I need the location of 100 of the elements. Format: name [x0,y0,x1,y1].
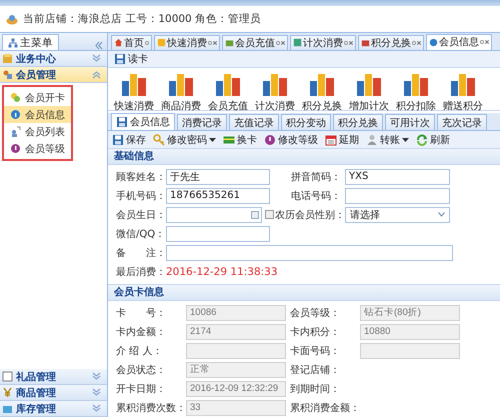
quick-action-button[interactable]: 快速消费 [112,72,156,110]
tab-icon [225,38,234,48]
expand-chevron-icon[interactable] [92,388,101,397]
expand-chevron-icon[interactable] [92,404,101,413]
tab[interactable]: 积分变动 [281,114,331,130]
refresh-small-icon[interactable] [480,40,484,44]
tab[interactable]: 快速消费 [154,34,220,50]
field-label: 电话号码： [291,190,342,202]
field-label: 备 注： [116,246,166,260]
close-icon[interactable] [281,40,285,45]
toolbar-button[interactable]: 刷新 [416,132,450,147]
tab-icon [114,38,123,48]
collapse-left-icon[interactable] [94,41,103,50]
menu-group-header[interactable]: 库存管理 [0,401,107,417]
input-field[interactable]: 10086 [186,304,286,320]
tab[interactable]: 积分兑换 [358,34,424,50]
input-field[interactable]: YXS [345,168,450,184]
toolbar-button[interactable]: 转账 [366,132,409,147]
caret-icon[interactable] [402,138,409,142]
toolbar-button[interactable]: 修改等级 [264,132,318,147]
input-field[interactable] [360,342,460,358]
toolbar-button[interactable]: 延期 [325,132,359,147]
tab[interactable]: 消费记录 [177,114,227,130]
bar-chart-icon [168,72,194,96]
expand-chevron-icon[interactable] [92,372,101,381]
field-label: 到期时间： [290,382,341,396]
main-menu-tab[interactable]: 主菜单 [2,34,59,50]
menu-group-header[interactable]: 会员管理 [0,67,107,83]
tab[interactable]: 首页 [111,34,152,50]
menu-item[interactable]: 会员信息 [4,106,71,123]
menu-group-header[interactable]: 商品管理 [0,385,107,401]
toolbar-button[interactable]: 修改密码 [153,132,216,147]
store-icon [6,14,18,24]
menu-item[interactable]: 会员等级 [4,140,71,157]
menu-item-icon [10,109,21,120]
refresh-small-icon[interactable] [276,40,280,45]
tab-icon [429,38,438,47]
toolbar-button[interactable]: 保存 [112,132,146,147]
tab[interactable]: 计次消费 [290,34,356,50]
quick-action-button[interactable]: 会员充值 [206,72,250,110]
tab[interactable]: 会员信息 [111,113,175,130]
input-field[interactable]: 钻石卡(80折) [360,304,460,320]
lunar-checkbox[interactable] [265,210,274,219]
input-field[interactable] [166,226,270,242]
quick-action-button[interactable]: 赠送积分 [441,72,485,110]
gender-select[interactable]: 请选择 [345,206,450,222]
input-field[interactable]: 10880 [360,324,460,340]
menu-item[interactable]: 会员列表 [4,123,71,140]
close-icon[interactable] [213,40,217,45]
card-icon [223,134,235,146]
refresh-small-icon[interactable] [208,40,212,45]
close-icon[interactable] [417,40,421,45]
input-field[interactable]: 正常 [186,362,286,378]
tab[interactable]: 充次记录 [437,114,487,130]
toolbar-button[interactable]: 换卡 [223,132,257,147]
collapse-chevron-icon[interactable] [92,70,101,79]
menu-group-header[interactable]: 业务中心 [0,51,107,67]
field-label: 会员生日： [116,208,166,222]
menu-group-header[interactable]: 礼品管理 [0,369,107,385]
read-card-button[interactable]: 读卡 [114,52,148,66]
input-field[interactable]: 33 [186,400,286,416]
close-icon[interactable] [485,40,489,44]
save-icon [112,134,124,146]
tab[interactable]: 充值记录 [229,114,279,130]
menu-item-icon [10,92,21,103]
field-label: 卡面号码： [290,344,341,358]
input-field[interactable]: 2016-12-09 12:32:29 [186,380,286,396]
tab-icon [293,38,302,48]
refresh-small-icon[interactable] [145,40,149,45]
date-field[interactable] [166,206,262,222]
quick-action-button[interactable]: 商品消费 [159,72,203,110]
input-field[interactable] [166,244,453,260]
tab[interactable]: 会员充值 [222,34,288,50]
tab-icon [157,38,166,48]
quick-action-button[interactable]: 积分兑换 [300,72,344,110]
input-field[interactable] [345,188,450,204]
tab[interactable]: 可用计次 [385,114,435,130]
quick-action-button[interactable]: 计次消费 [253,72,297,110]
input-field[interactable]: 18766535261 [166,188,270,204]
refresh-small-icon[interactable] [344,40,348,45]
input-field[interactable] [186,342,286,358]
menu-item[interactable]: 会员开卡 [4,89,71,106]
chevron-down-icon[interactable] [438,212,445,217]
quick-action-button[interactable]: 增加计次 [347,72,391,110]
tab[interactable]: 会员信息 [426,34,492,50]
bar-chart-icon [215,72,241,96]
caret-icon[interactable] [209,138,216,142]
sitemap-icon [8,38,18,48]
calendar-icon[interactable] [251,210,259,218]
field-label: 微信/QQ： [116,228,166,240]
quick-action-button[interactable]: 积分扣除 [394,72,438,110]
refresh-small-icon[interactable] [412,40,416,45]
input-field[interactable]: 2174 [186,324,286,340]
close-icon[interactable] [349,40,353,45]
input-field[interactable]: 于先生 [166,168,270,184]
field-label: 手机号码： [116,190,166,202]
tab[interactable]: 积分兑换 [333,114,383,130]
expand-chevron-icon[interactable] [92,54,101,63]
person-icon [366,134,378,146]
last-purchase-time: 2016-12-29 11:38:33 [166,266,278,278]
